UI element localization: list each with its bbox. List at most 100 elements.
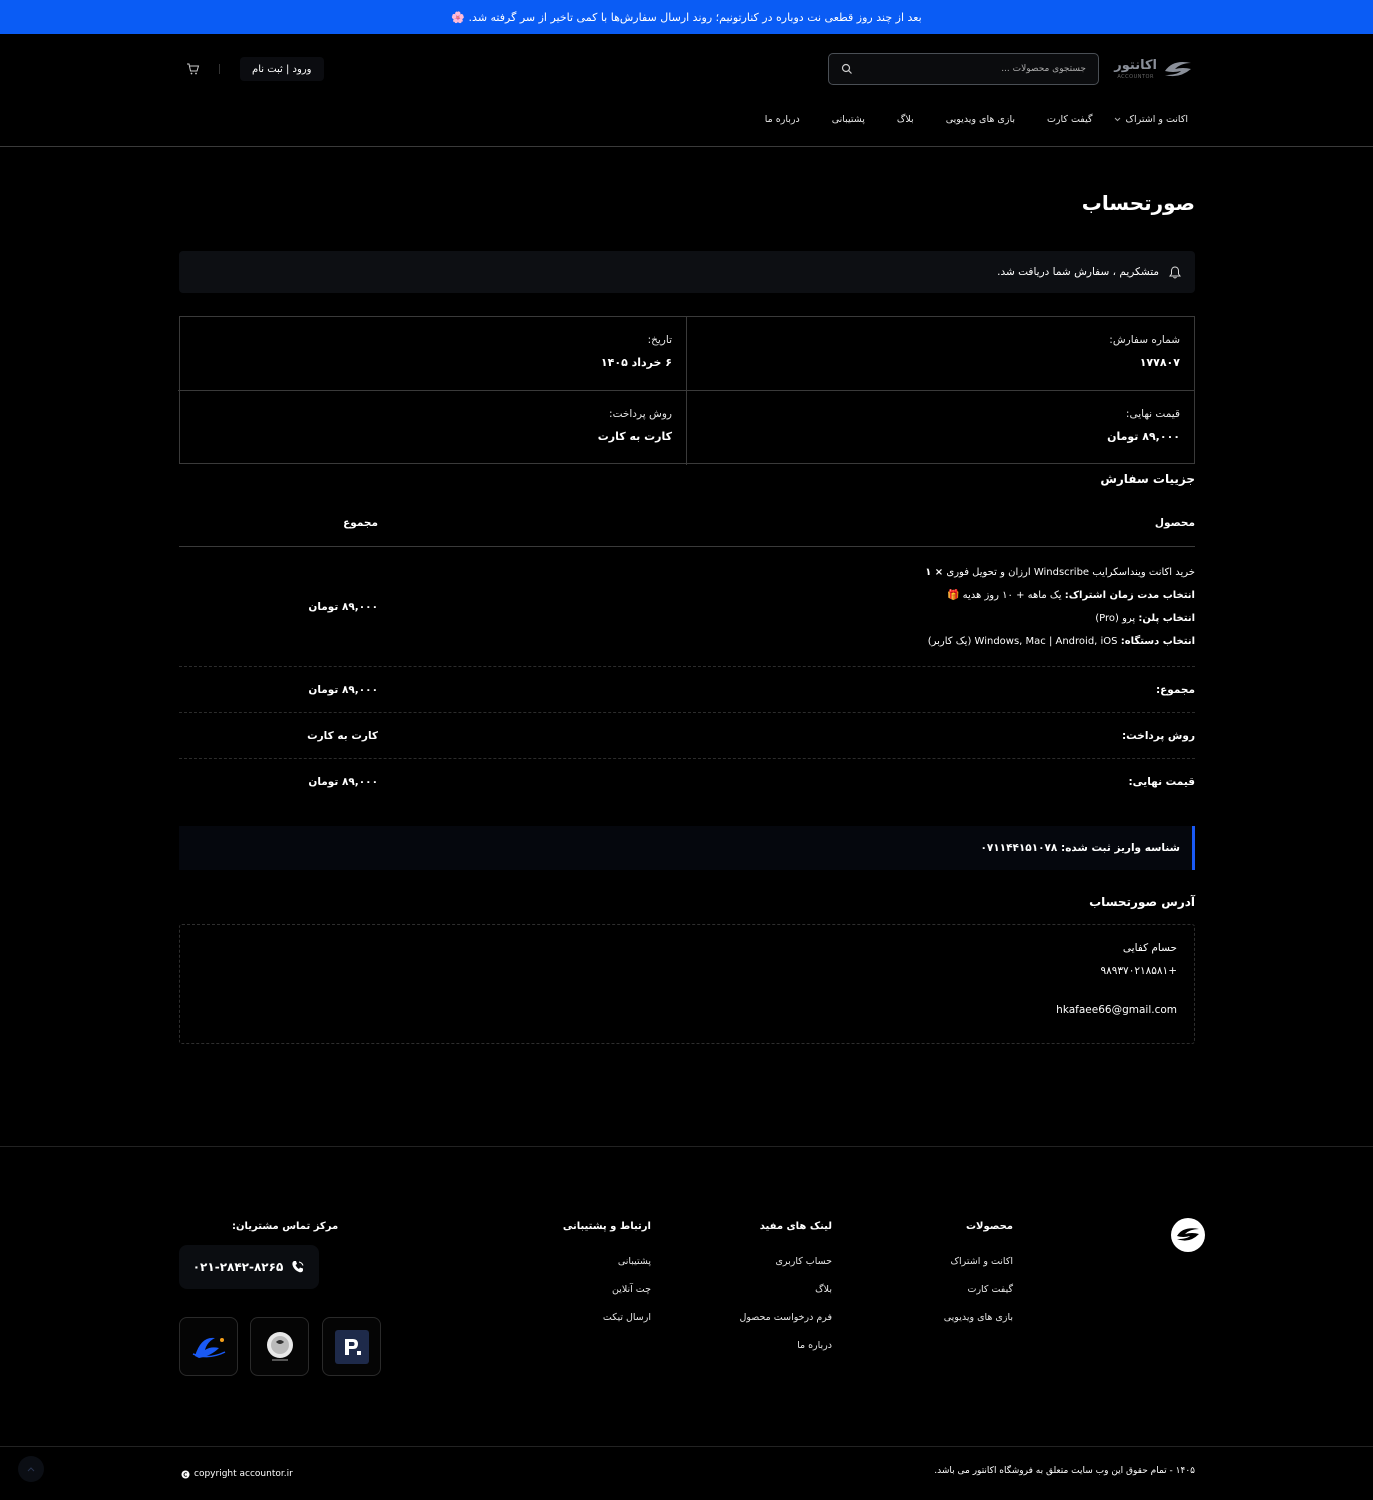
- table-row: خرید اکانت وینداسکرایب Windscribe ارزان …: [179, 547, 1195, 667]
- footer-link[interactable]: گیفت کارت: [944, 1284, 1014, 1295]
- phone-icon: [292, 1261, 304, 1273]
- order-number-value: ۱۷۷۸۰۷: [1139, 356, 1180, 369]
- copyright-en: copyright accountor.ir: [181, 1469, 293, 1479]
- footer-col-support: ارتباط و پشتیبانی پشتیبانی چت آنلاین ارس…: [563, 1221, 651, 1340]
- nav-item-giftcard[interactable]: گیفت کارت: [1047, 114, 1093, 125]
- order-total-cell: قیمت نهایی: ۸۹,۰۰۰ تومان: [686, 391, 1194, 465]
- product-meta-plan: انتخاب پلن: پرو (Pro): [1095, 612, 1195, 624]
- trust-badge-enamad[interactable]: [179, 1317, 238, 1376]
- nav-item-blog[interactable]: بلاگ: [897, 114, 914, 125]
- footer-contact-title: مرکز تماس مشتریان:: [232, 1221, 339, 1232]
- payment-method-value: کارت به کارت: [597, 430, 672, 443]
- trust-badge-parsian[interactable]: [322, 1317, 381, 1376]
- billing-name: حسام کفایی: [1122, 942, 1177, 954]
- transaction-id-box: شناسه واریز ثبت شده: ۰۷۱۱۴۴۱۵۱۰۷۸: [179, 826, 1195, 870]
- search-icon[interactable]: [841, 63, 853, 75]
- nav-item-accounts[interactable]: اکانت و اشتراک: [1114, 114, 1188, 125]
- notice-text: متشکریم ، سفارش شما دریافت شد.: [997, 266, 1159, 278]
- search-input[interactable]: [859, 64, 1086, 74]
- billing-email: hkafaee66@gmail.com: [1056, 1004, 1177, 1016]
- product-title: خرید اکانت وینداسکرایب Windscribe ارزان …: [378, 566, 1195, 579]
- support-phone-button[interactable]: ۰۲۱-۲۸۴۲-۸۲۶۵: [179, 1245, 319, 1289]
- footer-col-products-title: محصولات: [965, 1221, 1013, 1232]
- bell-icon: [1169, 265, 1181, 278]
- announcement-text: بعد از چند روز قطعی نت دوباره در کنارتون…: [451, 10, 922, 24]
- subtotal-value: ۸۹,۰۰۰ تومان: [308, 683, 378, 696]
- product-cell: خرید اکانت وینداسکرایب Windscribe ارزان …: [378, 566, 1195, 648]
- footer-col-support-title: ارتباط و پشتیبانی: [562, 1221, 651, 1232]
- footer-link[interactable]: اکانت و اشتراک: [944, 1256, 1013, 1267]
- nav-item-support[interactable]: پشتیبانی: [832, 114, 865, 125]
- nav-item-games[interactable]: بازی های ویدیویی: [946, 114, 1015, 125]
- order-date-label: تاریخ:: [647, 334, 672, 346]
- table-row: قیمت نهایی: ۸۹,۰۰۰ تومان: [179, 759, 1195, 805]
- search-box[interactable]: [828, 53, 1099, 85]
- row-total-value: ۸۹,۰۰۰ تومان: [308, 776, 378, 788]
- chevron-up-icon: [27, 1466, 35, 1471]
- chevron-down-icon: [1115, 117, 1121, 122]
- site-logo[interactable]: اکانتور ACCOUNTOR: [1113, 50, 1193, 88]
- support-phone-number: ۰۲۱-۲۸۴۲-۸۲۶۵: [192, 1260, 284, 1274]
- billing-address-box: حسام کفایی +۹۸۹۳۷۰۲۱۸۵۸۱ hkafaee66@gmail…: [179, 924, 1195, 1044]
- logo-text: اکانتور: [1114, 57, 1157, 73]
- product-meta-device: انتخاب دستگاه: Windows, Mac | Android, i…: [927, 635, 1195, 647]
- copyright-icon: [181, 1470, 190, 1478]
- login-register-button[interactable]: ورود | ثبت نام: [240, 57, 324, 81]
- table-head-total: مجموع: [343, 517, 378, 529]
- page-title: صورتحساب: [1081, 191, 1195, 215]
- product-qty: × ۱: [925, 566, 944, 578]
- transaction-id-text: شناسه واریز ثبت شده: ۰۷۱۱۴۴۱۵۱۰۷۸: [980, 842, 1180, 854]
- footer-link[interactable]: بلاگ: [740, 1284, 832, 1295]
- order-total-label: قیمت نهایی:: [1125, 408, 1180, 420]
- order-details-title: جزییات سفارش: [1100, 472, 1195, 486]
- site-header: اکانتور ACCOUNTOR ورود | ثبت نام اکانت و…: [0, 34, 1373, 147]
- footer-link[interactable]: پشتیبانی: [563, 1256, 651, 1267]
- samandehi-icon: [266, 1331, 293, 1361]
- row-total-label: قیمت نهایی:: [1128, 776, 1195, 788]
- footer-link[interactable]: بازی های ویدیویی: [944, 1312, 1013, 1323]
- order-received-notice: متشکریم ، سفارش شما دریافت شد.: [179, 251, 1195, 293]
- footer-link[interactable]: چت آنلاین: [563, 1284, 651, 1295]
- footer-col-products: محصولات اکانت و اشتراک گیفت کارت بازی ها…: [944, 1221, 1013, 1340]
- p-badge-icon: [334, 1329, 369, 1364]
- login-label: ورود | ثبت نام: [252, 63, 312, 75]
- billing-phone: +۹۸۹۳۷۰۲۱۸۵۸۱: [1100, 964, 1178, 977]
- footer-link[interactable]: حساب کاربری: [740, 1256, 832, 1267]
- order-total-value: ۸۹,۰۰۰ تومان: [1107, 430, 1180, 443]
- enamad-icon: [192, 1337, 225, 1358]
- scroll-to-top-button[interactable]: [18, 1456, 44, 1482]
- product-name-link[interactable]: خرید اکانت وینداسکرایب Windscribe ارزان …: [946, 567, 1195, 578]
- copyright-fa: ۱۴۰۵ - تمام حقوق این وب سایت متعلق به فر…: [934, 1466, 1195, 1476]
- trust-badge-samandehi[interactable]: [250, 1317, 309, 1376]
- header-divider: [219, 64, 220, 74]
- cart-icon[interactable]: [186, 62, 200, 76]
- logo-subtext: ACCOUNTOR: [1117, 73, 1154, 80]
- footer-col-links: لینک های مفید حساب کاربری بلاگ فرم درخوا…: [740, 1221, 833, 1368]
- table-row: روش پرداخت: کارت به کارت: [179, 713, 1195, 759]
- main-nav: اکانت و اشتراک گیفت کارت بازی های ویدیوی…: [765, 114, 1188, 125]
- product-price: ۸۹,۰۰۰ تومان: [308, 600, 378, 613]
- announcement-bar: بعد از چند روز قطعی نت دوباره در کنارتون…: [0, 0, 1373, 34]
- subtotal-label: مجموع:: [1155, 683, 1195, 696]
- footer-link[interactable]: فرم درخواست محصول: [740, 1312, 833, 1323]
- site-footer: [0, 1146, 1373, 1446]
- footer-col-links-title: لینک های مفید: [759, 1221, 832, 1232]
- row-payment-value: کارت به کارت: [307, 729, 378, 742]
- nav-item-about[interactable]: درباره ما: [765, 114, 800, 125]
- order-date-cell: تاریخ: ۶ خرداد ۱۴۰۵: [178, 317, 686, 391]
- order-date-value: ۶ خرداد ۱۴۰۵: [600, 356, 672, 369]
- footer-link[interactable]: ارسال تیکت: [563, 1312, 651, 1323]
- order-number-label: شماره سفارش:: [1109, 334, 1180, 346]
- row-payment-label: روش پرداخت:: [1121, 729, 1195, 742]
- product-meta-duration: انتخاب مدت زمان اشتراک: یک ماهه + ۱۰ روز…: [947, 589, 1195, 601]
- table-header: محصول مجموع: [179, 500, 1195, 547]
- payment-method-label: روش پرداخت:: [609, 408, 672, 420]
- payment-method-cell: روش پرداخت: کارت به کارت: [178, 391, 686, 465]
- footer-logo-icon[interactable]: [1171, 1218, 1205, 1252]
- table-head-product: محصول: [1154, 517, 1195, 529]
- footer-link[interactable]: درباره ما: [740, 1340, 832, 1351]
- order-summary: شماره سفارش: ۱۷۷۸۰۷ تاریخ: ۶ خرداد ۱۴۰۵ …: [178, 316, 1195, 465]
- billing-address-title: آدرس صورتحساب: [1089, 895, 1195, 909]
- table-row: مجموع: ۸۹,۰۰۰ تومان: [179, 667, 1195, 713]
- logo-mark-icon: [1165, 62, 1191, 77]
